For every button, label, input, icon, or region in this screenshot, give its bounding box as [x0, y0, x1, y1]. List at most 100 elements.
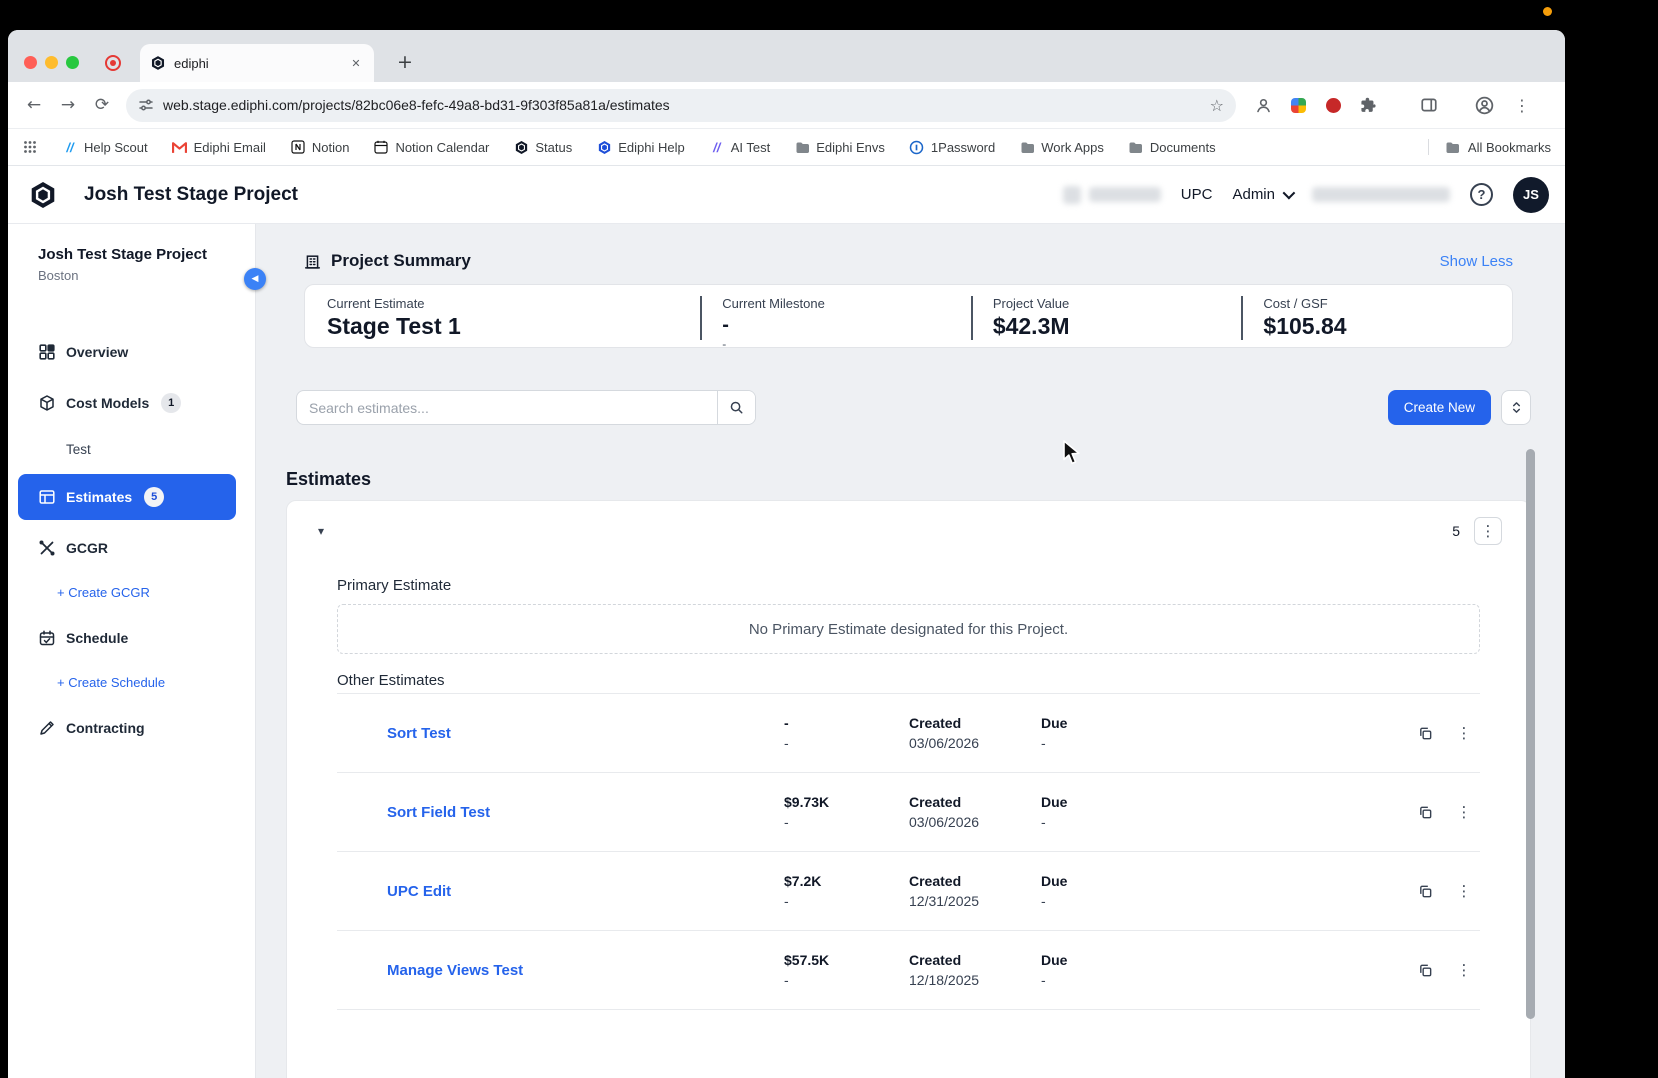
new-tab-button[interactable]: + — [392, 49, 418, 75]
chevron-down-icon — [1282, 186, 1296, 200]
close-window-button[interactable] — [24, 56, 37, 69]
zoom-window-button[interactable] — [66, 56, 79, 69]
help-button[interactable]: ? — [1470, 183, 1493, 206]
back-button[interactable]: ← — [18, 89, 50, 121]
estimates-heading: Estimates — [286, 469, 372, 489]
estimate-row: Sort Field Test $9.73K - Created 03/06/2… — [337, 773, 1480, 852]
upc-link[interactable]: UPC — [1181, 186, 1213, 203]
window-controls — [24, 56, 79, 69]
bookmark-work-apps[interactable]: Work Apps — [1019, 139, 1104, 155]
sidebar-item-test[interactable]: Test — [8, 431, 255, 469]
sidebar-item-overview[interactable]: Overview — [8, 329, 255, 375]
sidebar-collapse-button[interactable]: ◀ — [244, 268, 266, 290]
copy-estimate-button[interactable] — [1411, 798, 1439, 826]
create-gcgr-link[interactable]: + Create GCGR — [8, 576, 255, 610]
sidebar-item-contracting[interactable]: Contracting — [8, 705, 255, 751]
gmail-icon — [172, 139, 188, 155]
redacted-org-name — [1088, 187, 1161, 202]
passkey-icon[interactable] — [1252, 94, 1274, 116]
copy-estimate-button[interactable] — [1411, 956, 1439, 984]
bookmark-notion-calendar[interactable]: Notion Calendar — [373, 139, 489, 155]
search-button[interactable] — [717, 391, 755, 424]
browser-tab[interactable]: ediphi ✕ — [140, 44, 374, 82]
browser-menu-icon[interactable]: ⋮ — [1514, 96, 1530, 115]
summary-cost-gsf: Cost / GSF $105.84 — [1241, 294, 1512, 340]
copy-icon — [1419, 727, 1431, 739]
create-new-button[interactable]: Create New — [1387, 390, 1491, 425]
browser-toolbar: ← → ⟳ web.stage.ediphi.com/projects/82bc… — [8, 82, 1565, 128]
bookmark-star-icon[interactable]: ☆ — [1210, 96, 1224, 115]
estimate-name-link[interactable]: Sort Field Test — [387, 804, 784, 821]
row-menu-button[interactable]: ⋮ — [1450, 719, 1478, 747]
extension-red-icon[interactable] — [1322, 94, 1344, 116]
row-menu-button[interactable]: ⋮ — [1450, 956, 1478, 984]
panel-menu-button[interactable]: ⋮ — [1474, 517, 1502, 545]
collapse-caret-icon[interactable]: ▾ — [311, 524, 331, 538]
bookmark-ai-test[interactable]: // AI Test — [709, 139, 770, 155]
gcgr-tools-icon — [39, 540, 55, 556]
estimate-name-link[interactable]: Manage Views Test — [387, 962, 784, 979]
bookmark-notion[interactable]: Notion — [290, 139, 349, 155]
estimate-row: Sort Test - - Created 03/06/2026 Due - ⋮ — [337, 694, 1480, 773]
forward-button[interactable]: → — [52, 89, 84, 121]
all-bookmarks-button[interactable]: All Bookmarks — [1427, 139, 1551, 155]
bookmark-ediphi-envs[interactable]: Ediphi Envs — [794, 139, 885, 155]
project-summary-card: Current Estimate Stage Test 1 Current Mi… — [304, 284, 1513, 351]
show-less-link[interactable]: Show Less — [1440, 253, 1513, 270]
copy-icon — [1419, 885, 1431, 897]
sidebar-item-estimates[interactable]: Estimates 5 — [18, 473, 236, 520]
bookmark-help-scout[interactable]: // Help Scout — [62, 139, 147, 155]
estimate-name-link[interactable]: Sort Test — [387, 725, 784, 742]
address-bar[interactable]: web.stage.ediphi.com/projects/82bc06e8-f… — [126, 88, 1236, 122]
schedule-calendar-icon — [39, 630, 55, 645]
sort-toggle-button[interactable] — [1501, 390, 1531, 425]
bookmark-ediphi-email[interactable]: Ediphi Email — [172, 139, 266, 155]
primary-estimate-label: Primary Estimate — [337, 577, 452, 594]
search-input[interactable] — [297, 391, 717, 424]
sidebar-nav: Overview Cost Models 1 Test Estimates 5 … — [8, 329, 255, 751]
scrollbar-thumb[interactable] — [1526, 449, 1535, 1019]
estimate-name-link[interactable]: UPC Edit — [387, 883, 784, 900]
tab-close-icon[interactable]: ✕ — [348, 57, 364, 70]
bookmark-status[interactable]: Status — [513, 139, 572, 155]
estimate-value-col: $57.5K - — [784, 952, 830, 988]
sidebar-item-gcgr[interactable]: GCGR — [8, 525, 255, 571]
extension-colorful-icon[interactable] — [1287, 94, 1309, 116]
reload-button[interactable]: ⟳ — [86, 89, 118, 121]
1password-icon — [909, 139, 925, 155]
sidebar-project-block: Josh Test Stage Project Boston — [8, 246, 255, 283]
ai-test-icon: // — [713, 139, 721, 155]
estimate-value-col: $9.73K - — [784, 794, 830, 830]
minimize-window-button[interactable] — [45, 56, 58, 69]
profile-icon[interactable] — [1473, 94, 1495, 116]
row-menu-button[interactable]: ⋮ — [1450, 798, 1478, 826]
row-menu-button[interactable]: ⋮ — [1450, 877, 1478, 905]
side-panel-icon[interactable] — [1418, 94, 1440, 116]
apps-grid-icon[interactable] — [22, 139, 38, 155]
redacted-org-icon — [1062, 185, 1081, 204]
project-summary-section: Project Summary Show Less Current Estima… — [304, 248, 1513, 351]
copy-estimate-button[interactable] — [1411, 877, 1439, 905]
estimate-row: UPC Edit $7.2K - Created 12/31/2025 Due … — [337, 852, 1480, 931]
sort-chevrons-icon — [1512, 402, 1520, 413]
bookmark-ediphi-help[interactable]: Ediphi Help — [596, 139, 685, 155]
user-avatar[interactable]: JS — [1513, 176, 1549, 213]
sidebar-item-cost-models[interactable]: Cost Models 1 — [8, 380, 255, 426]
ediphi-hex-icon — [513, 139, 529, 155]
project-summary-title: Project Summary — [331, 251, 471, 270]
extensions-puzzle-icon[interactable] — [1357, 94, 1379, 116]
copy-icon — [1419, 964, 1431, 976]
url-text[interactable]: web.stage.ediphi.com/projects/82bc06e8-f… — [163, 97, 1201, 113]
sidebar: Josh Test Stage Project Boston ◀ Overvie… — [8, 224, 266, 1078]
estimates-list: Sort Test - - Created 03/06/2026 Due - ⋮… — [337, 693, 1480, 1010]
estimate-created-col: Created 12/18/2025 — [909, 952, 980, 988]
admin-dropdown[interactable]: Admin — [1232, 186, 1296, 203]
sidebar-project-location: Boston — [38, 267, 79, 283]
ediphi-logo[interactable] — [28, 180, 58, 210]
copy-estimate-button[interactable] — [1411, 719, 1439, 747]
bookmark-documents[interactable]: Documents — [1128, 139, 1216, 155]
bookmark-1password[interactable]: 1Password — [909, 139, 995, 155]
sidebar-item-schedule[interactable]: Schedule — [8, 615, 255, 661]
site-settings-icon[interactable] — [138, 97, 154, 113]
create-schedule-link[interactable]: + Create Schedule — [8, 666, 255, 700]
